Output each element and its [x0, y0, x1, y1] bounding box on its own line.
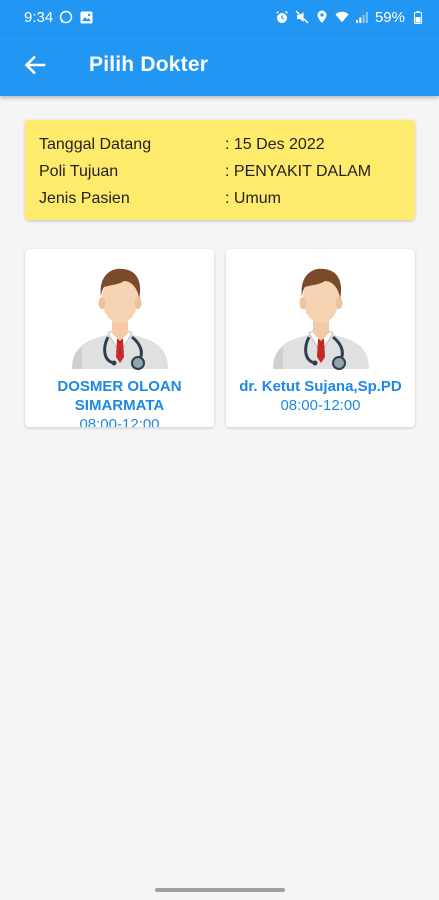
info-row-visit-date: Tanggal Datang : 15 Des 2022 [39, 131, 401, 158]
app-bar: Pilih Dokter [0, 34, 439, 96]
doctor-name: dr. Ketut Sujana,Sp.PD [239, 378, 402, 395]
page-title: Pilih Dokter [89, 53, 209, 76]
info-value: : 15 Des 2022 [225, 135, 325, 153]
status-bar: 9:34 59% [0, 0, 439, 34]
doctor-card[interactable]: dr. Ketut Sujana,Sp.PD 08:00-12:00 [226, 249, 415, 427]
battery-percent: 59% [374, 8, 405, 26]
status-left: 9:34 [24, 9, 93, 26]
location-icon [315, 10, 329, 24]
doctor-schedule: 08:00-12:00 [79, 416, 160, 427]
visit-info-card: Tanggal Datang : 15 Des 2022 Poli Tujuan… [25, 120, 415, 220]
doctor-name: DOSMER OLOAN SIMARMATA [57, 378, 182, 414]
info-label: Jenis Pasien [39, 189, 130, 207]
info-label: Poli Tujuan [39, 162, 119, 180]
doctor-avatar-icon [71, 268, 168, 370]
info-row-clinic: Poli Tujuan : PENYAKIT DALAM [39, 158, 401, 185]
image-icon [79, 10, 93, 24]
info-value: : Umum [225, 189, 281, 207]
info-row-patient-type: Jenis Pasien : Umum [39, 185, 401, 212]
doctor-schedule: 08:00-12:00 [280, 397, 361, 414]
battery-icon [411, 10, 425, 24]
home-indicator[interactable] [155, 888, 285, 892]
status-time: 9:34 [24, 8, 54, 26]
info-label: Tanggal Datang [39, 135, 152, 153]
status-right: 59% [275, 9, 425, 26]
mute-icon [295, 10, 309, 24]
alarm-icon [275, 10, 289, 24]
doctor-avatar-icon [272, 268, 369, 370]
signal-icon [355, 10, 369, 24]
whatsapp-icon [59, 10, 73, 24]
info-value: : PENYAKIT DALAM [225, 162, 372, 180]
wifi-icon [335, 10, 349, 24]
back-button[interactable] [15, 45, 55, 85]
arrow-left-icon [24, 55, 46, 75]
doctor-card[interactable]: DOSMER OLOAN SIMARMATA 08:00-12:00 [25, 249, 214, 427]
